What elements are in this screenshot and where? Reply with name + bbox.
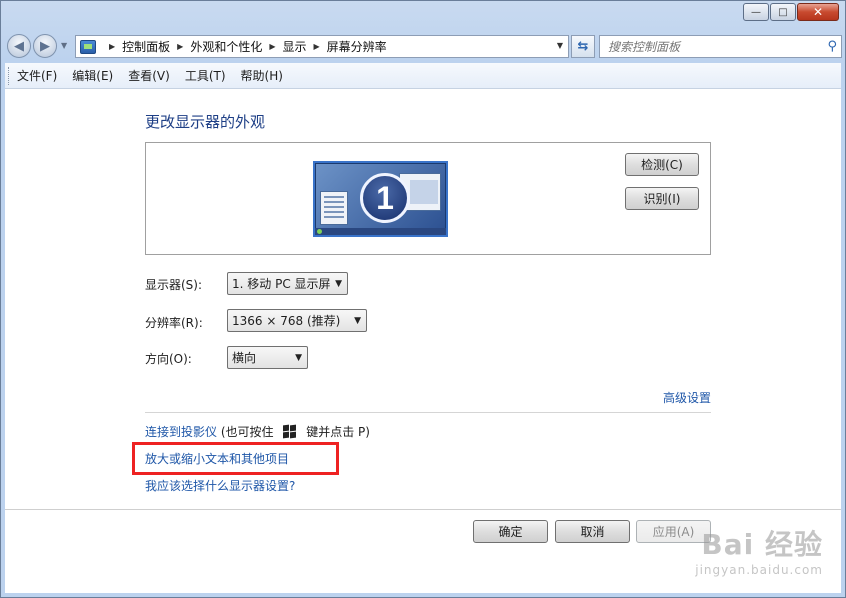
menu-help[interactable]: 帮助(H) — [241, 67, 283, 84]
breadcrumb-screen-resolution[interactable]: 屏幕分辨率 — [327, 38, 387, 55]
menu-grip — [8, 67, 11, 85]
display-select[interactable]: 1. 移动 PC 显示屏 ▼ — [227, 272, 348, 295]
chevron-down-icon: ▼ — [295, 353, 302, 363]
connect-projector-link[interactable]: 连接到投影仪 — [145, 425, 217, 439]
projector-line: 连接到投影仪 (也可按住 键并点击 P) — [145, 423, 370, 440]
breadcrumb-appearance[interactable]: 外观和个性化 — [190, 38, 262, 55]
refresh-button[interactable]: ⇆ — [571, 35, 595, 58]
menu-bar: 文件(F) 编辑(E) 查看(V) 工具(T) 帮助(H) — [5, 63, 841, 89]
breadcrumb-display[interactable]: 显示 — [283, 38, 307, 55]
resolution-select[interactable]: 1366 × 768 (推荐) ▼ — [227, 309, 367, 332]
chevron-down-icon: ▼ — [61, 41, 68, 50]
chevron-right-icon[interactable]: ▶ — [109, 42, 115, 51]
menu-tools[interactable]: 工具(T) — [185, 67, 226, 84]
window-thumbnail-icon — [320, 191, 348, 225]
chevron-down-icon: ▼ — [354, 316, 361, 326]
orientation-label: 方向(O): — [145, 352, 192, 366]
back-button[interactable]: ◀ — [7, 34, 31, 58]
title-bar: — □ ✕ — [1, 1, 845, 31]
control-panel-icon — [80, 39, 96, 54]
window-controls: — □ ✕ — [742, 3, 839, 21]
baidu-watermark: Bai 经验 jingyan.baidu.com — [695, 523, 823, 577]
close-button[interactable]: ✕ — [797, 3, 839, 21]
taskbar-thumbnail — [315, 228, 446, 235]
advanced-settings-link[interactable]: 高级设置 — [663, 389, 711, 406]
chevron-right-icon[interactable]: ▶ — [314, 42, 320, 51]
menu-edit[interactable]: 编辑(E) — [72, 67, 113, 84]
window: — □ ✕ ◀ ▶ ▼ ▶ 控制面板 ▶ 外观和个性化 ▶ 显示 ▶ 屏幕分辨率… — [0, 0, 846, 598]
chevron-right-icon[interactable]: ▶ — [269, 42, 275, 51]
display-select-value: 1. 移动 PC 显示屏 — [232, 277, 331, 291]
recent-pages-dropdown[interactable]: ▼ — [61, 41, 67, 50]
breadcrumb-control-panel[interactable]: 控制面板 — [122, 38, 170, 55]
back-arrow-icon: ◀ — [14, 38, 24, 54]
search-box[interactable]: ⚲ — [599, 35, 842, 58]
projector-hint-suffix: 键并点击 P) — [306, 425, 370, 439]
identify-button[interactable]: 识别(I) — [625, 187, 699, 210]
which-settings-link[interactable]: 我应该选择什么显示器设置? — [145, 477, 295, 494]
menu-view[interactable]: 查看(V) — [128, 67, 170, 84]
chevron-down-icon: ▼ — [335, 279, 342, 289]
divider — [145, 412, 711, 413]
windows-logo-icon — [283, 424, 297, 439]
monitor-1-icon[interactable]: 1 — [313, 161, 448, 237]
refresh-icon: ⇆ — [577, 39, 589, 54]
footer-divider — [5, 509, 841, 510]
orientation-select[interactable]: 横向 ▼ — [227, 346, 308, 369]
display-label: 显示器(S): — [145, 278, 203, 292]
main-content: 更改显示器的外观 1 检测(C) 识别(I) 显示器(S): 1. 移动 PC … — [5, 89, 841, 593]
menu-file[interactable]: 文件(F) — [17, 67, 57, 84]
watermark-main: Bai 经验 — [701, 528, 823, 561]
minimize-button[interactable]: — — [743, 3, 769, 21]
resolution-select-value: 1366 × 768 (推荐) — [232, 314, 341, 328]
monitor-number-badge: 1 — [360, 173, 410, 223]
forward-button[interactable]: ▶ — [33, 34, 57, 58]
projector-hint-prefix: (也可按住 — [220, 425, 274, 439]
page-title: 更改显示器的外观 — [145, 113, 266, 131]
ok-button[interactable]: 确定 — [473, 520, 548, 543]
address-dropdown-icon[interactable]: ▼ — [557, 41, 563, 50]
cancel-button[interactable]: 取消 — [555, 520, 630, 543]
maximize-button[interactable]: □ — [770, 3, 796, 21]
highlight-box — [132, 442, 339, 475]
resolution-label: 分辨率(R): — [145, 316, 203, 330]
detect-button[interactable]: 检测(C) — [625, 153, 699, 176]
forward-arrow-icon: ▶ — [40, 38, 50, 54]
monitor-preview-area: 1 检测(C) 识别(I) — [145, 142, 711, 255]
chevron-right-icon[interactable]: ▶ — [177, 42, 183, 51]
address-bar[interactable]: ▶ 控制面板 ▶ 外观和个性化 ▶ 显示 ▶ 屏幕分辨率 ▼ — [75, 35, 569, 58]
search-input[interactable] — [608, 39, 808, 54]
address-row: ◀ ▶ ▼ ▶ 控制面板 ▶ 外观和个性化 ▶ 显示 ▶ 屏幕分辨率 ▼ ⇆ ⚲ — [5, 31, 842, 61]
search-icon[interactable]: ⚲ — [827, 39, 837, 54]
orientation-select-value: 横向 — [232, 351, 257, 365]
watermark-url: jingyan.baidu.com — [695, 563, 823, 577]
